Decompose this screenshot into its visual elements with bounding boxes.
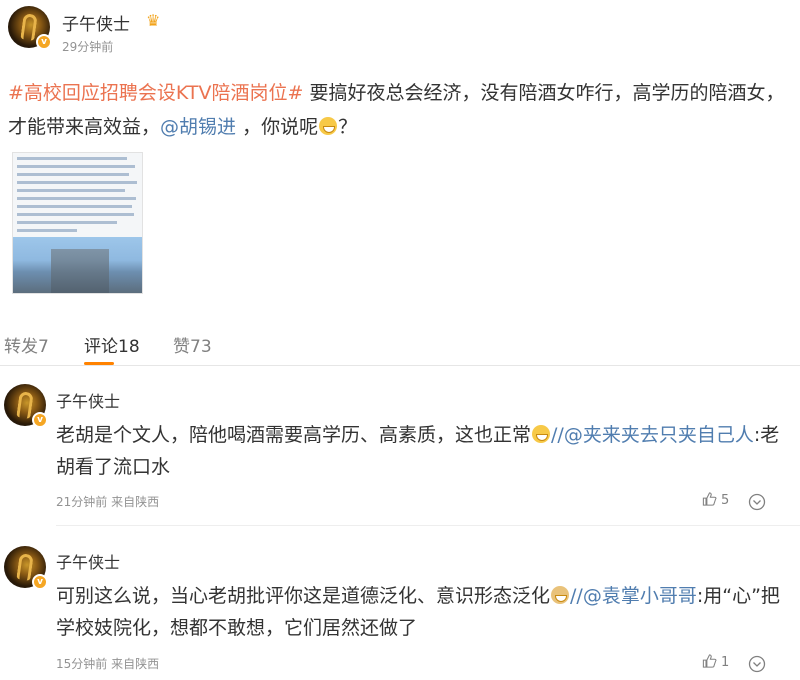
hashtag-link[interactable]: #高校回应招聘会设KTV陪酒岗位# <box>8 82 303 104</box>
grin-emoji-icon <box>532 425 551 443</box>
active-tab-indicator <box>84 362 114 365</box>
comment-text-part-1: 老胡是个文人，陪他喝酒需要高学历、高素质，这也正常 <box>56 424 532 446</box>
comment-text-part-1: 可别这么说，当心老胡批评你这是道德泛化、意识形态泛化 <box>56 585 551 607</box>
comment-like-button[interactable]: 5 <box>702 492 729 508</box>
more-options-icon[interactable] <box>748 493 766 511</box>
thumb-text-line <box>17 197 136 200</box>
thumb-text-line <box>17 189 125 192</box>
comment-like-count: 5 <box>721 493 730 508</box>
comment-text: 老胡是个文人，陪他喝酒需要高学历、高素质，这也正常//@夹来夹去只夹自己人:老胡… <box>56 419 786 483</box>
interaction-tabs: 转发7 评论18 赞73 <box>0 320 800 366</box>
thumb-text-line <box>17 157 127 160</box>
comment-author-name[interactable]: 子午侠士 <box>56 549 120 573</box>
post-image-thumbnail[interactable] <box>12 152 143 294</box>
post-content: #高校回应招聘会设KTV陪酒岗位# 要搞好夜总会经济，没有陪酒女咋行，高学历的陪… <box>8 76 792 144</box>
thumb-text-line <box>17 221 117 224</box>
repost-separator: // <box>570 585 583 607</box>
thumb-text-line <box>17 229 77 232</box>
laughing-tears-emoji-icon <box>319 117 338 135</box>
comment-avatar[interactable]: v <box>4 546 48 590</box>
avatar-logo-mark <box>20 13 38 41</box>
post-author-avatar[interactable]: v <box>8 6 52 50</box>
verified-badge-icon: v <box>32 574 48 590</box>
doge-emoji-icon <box>551 586 570 604</box>
thumb-text-line <box>17 165 135 168</box>
thumb-building-shape <box>51 249 109 293</box>
crown-icon: ♛ <box>146 11 161 30</box>
thumbs-up-icon <box>702 492 717 506</box>
mention-link[interactable]: @夹来夹去只夹自己人 <box>564 424 754 446</box>
post-timestamp[interactable]: 29分钟前 <box>62 38 113 55</box>
thumbs-up-icon <box>702 654 717 668</box>
verified-badge-icon: v <box>36 34 52 50</box>
comment-like-count: 1 <box>721 655 730 670</box>
thumb-text-line <box>17 205 132 208</box>
comment-like-button[interactable]: 1 <box>702 654 729 670</box>
mention-link[interactable]: @袁掌小哥哥 <box>583 585 697 607</box>
comment-avatar[interactable]: v <box>4 384 48 428</box>
post-text-part-3: ？ <box>338 116 358 138</box>
post-author-name[interactable]: 子午侠士 <box>62 10 130 35</box>
comment-divider <box>56 525 800 526</box>
mention-link[interactable]: @胡锡进 <box>160 116 236 138</box>
comment-text: 可别这么说，当心老胡批评你这是道德泛化、意识形态泛化//@袁掌小哥哥:用“心”把… <box>56 580 786 644</box>
repost-separator: // <box>551 424 564 446</box>
comment-meta: 21分钟前 来自陕西 <box>56 495 160 509</box>
post-text-part-2: ，你说呢 <box>236 116 319 138</box>
verified-badge-icon: v <box>32 412 48 428</box>
comment-author-name[interactable]: 子午侠士 <box>56 388 120 412</box>
tab-comment[interactable]: 评论18 <box>84 332 140 357</box>
thumb-text-line <box>17 181 137 184</box>
thumb-text-line <box>17 173 129 176</box>
comment-meta: 15分钟前 来自陕西 <box>56 657 160 671</box>
tab-repost[interactable]: 转发7 <box>4 332 49 357</box>
avatar-logo-mark <box>16 391 34 419</box>
thumb-text-line <box>17 213 134 216</box>
tab-like[interactable]: 赞73 <box>173 332 212 357</box>
avatar-logo-mark <box>16 553 34 581</box>
more-options-icon[interactable] <box>748 655 766 673</box>
